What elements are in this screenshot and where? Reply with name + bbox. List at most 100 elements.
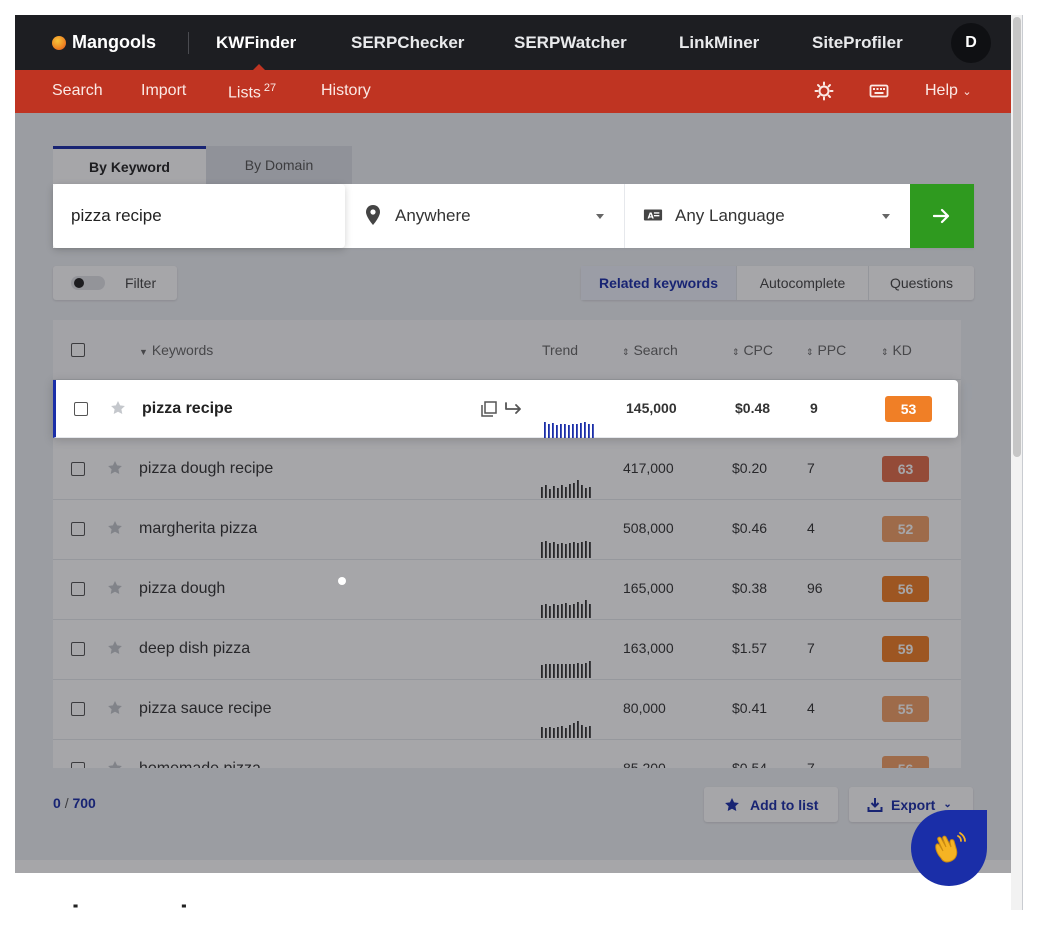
- table-row[interactable]: pizza dough recipe 417,000 $0.20 7 63: [53, 440, 961, 500]
- trend-bar: [541, 605, 543, 618]
- add-to-list-button[interactable]: Add to list: [704, 787, 838, 822]
- search-volume-cell: 145,000: [626, 400, 677, 416]
- kd-badge: 53: [885, 396, 932, 422]
- table-scrollbar-thumb[interactable]: [964, 383, 972, 401]
- trend-bar: [576, 424, 578, 438]
- cursor-dot: [338, 577, 346, 585]
- chevron-down-icon: ⌄: [962, 86, 972, 98]
- location-pin-icon: [366, 205, 380, 225]
- filter-toggle-button[interactable]: Filter: [53, 266, 177, 300]
- row-checkbox[interactable]: [71, 582, 85, 596]
- language-select[interactable]: A Any Language: [625, 184, 910, 248]
- trend-bar: [569, 484, 571, 498]
- tab-by-keyword[interactable]: By Keyword: [53, 146, 206, 184]
- cpc-cell: $0.54: [732, 760, 768, 768]
- trend-bar: [564, 424, 566, 438]
- row-checkbox[interactable]: [71, 522, 85, 536]
- select-all-checkbox[interactable]: [71, 343, 85, 357]
- col-search[interactable]: ⇕ Search: [622, 342, 678, 358]
- row-checkbox[interactable]: [71, 762, 85, 768]
- favorite-star-icon[interactable]: [107, 580, 123, 596]
- trend-bar: [584, 422, 586, 438]
- table-row[interactable]: margherita pizza 508,000 $0.46 4 52: [53, 500, 961, 560]
- favorite-star-icon[interactable]: [107, 520, 123, 536]
- trend-bar: [577, 663, 579, 678]
- subnav-import[interactable]: Import: [141, 82, 186, 100]
- keyword-cell[interactable]: pizza recipe: [142, 400, 233, 418]
- copy-icon[interactable]: [480, 400, 498, 418]
- keyword-cell[interactable]: homemade pizza: [139, 760, 261, 768]
- trend-bar: [549, 727, 551, 738]
- sort-icon: ⇕: [622, 347, 630, 357]
- help-label: Help: [925, 82, 958, 99]
- keyword-source-tabs: Related keywords Autocomplete Questions: [581, 266, 974, 300]
- tab-autocomplete[interactable]: Autocomplete: [737, 266, 869, 300]
- keyword-cell[interactable]: margherita pizza: [139, 520, 257, 538]
- subnav-lists[interactable]: Lists 27: [228, 82, 276, 102]
- app-siteprofiler[interactable]: SiteProfiler: [812, 33, 903, 53]
- table-row[interactable]: deep dish pizza 163,000 $1.57 7 59: [53, 620, 961, 680]
- keyword-cell[interactable]: pizza dough recipe: [139, 460, 273, 478]
- favorite-star-icon[interactable]: [107, 760, 123, 768]
- col-keywords[interactable]: ▼ Keywords: [139, 342, 213, 358]
- subnav-lists-label: Lists: [228, 84, 261, 102]
- subnav-search[interactable]: Search: [52, 82, 103, 100]
- keyword-cell[interactable]: pizza dough: [139, 580, 225, 598]
- row-checkbox[interactable]: [71, 642, 85, 656]
- trend-bar: [545, 728, 547, 738]
- trend-bar: [557, 605, 559, 618]
- theme-toggle-icon[interactable]: [814, 81, 834, 101]
- star-icon: [725, 797, 739, 811]
- app-kwfinder[interactable]: KWFinder: [216, 33, 296, 53]
- trend-bar: [581, 725, 583, 738]
- filter-switch[interactable]: [71, 276, 105, 290]
- favorite-star-icon[interactable]: [110, 400, 126, 416]
- table-row-selected[interactable]: pizza recipe 145,000 $0.48 9 53: [53, 380, 958, 438]
- user-avatar[interactable]: D: [951, 23, 991, 63]
- subnav-history[interactable]: History: [321, 82, 371, 100]
- tab-related-keywords[interactable]: Related keywords: [581, 266, 737, 300]
- row-checkbox[interactable]: [71, 702, 85, 716]
- favorite-star-icon[interactable]: [107, 640, 123, 656]
- favorite-star-icon[interactable]: [107, 460, 123, 476]
- trend-bar: [572, 424, 574, 438]
- keyword-input[interactable]: [53, 184, 345, 248]
- row-checkbox[interactable]: [74, 402, 88, 416]
- col-kd[interactable]: ⇕ KD: [881, 342, 912, 358]
- table-row[interactable]: homemade pizza 85,200 $0.54 7 56: [53, 740, 961, 768]
- trend-bar: [585, 663, 587, 678]
- chat-widget-button[interactable]: [911, 810, 987, 886]
- keyword-cell[interactable]: deep dish pizza: [139, 640, 250, 658]
- app-linkminer[interactable]: LinkMiner: [679, 33, 759, 53]
- ppc-cell: 4: [807, 520, 815, 536]
- keyboard-icon[interactable]: [869, 81, 889, 101]
- page-scrollbar-thumb[interactable]: [1013, 17, 1021, 457]
- tab-questions[interactable]: Questions: [869, 266, 974, 300]
- row-actions: [480, 400, 524, 418]
- trend-bar: [549, 664, 551, 678]
- trend-sparkline: [544, 422, 594, 438]
- tab-by-domain[interactable]: By Domain: [206, 146, 352, 184]
- col-cpc[interactable]: ⇕ CPC: [732, 342, 773, 358]
- trend-bar: [541, 487, 543, 498]
- trend-bar: [565, 544, 567, 558]
- trend-bar: [573, 542, 575, 558]
- trend-bar: [577, 543, 579, 558]
- keyword-cell[interactable]: pizza sauce recipe: [139, 700, 272, 718]
- table-row[interactable]: pizza dough 165,000 $0.38 96 56: [53, 560, 961, 620]
- lists-count-badge: 27: [263, 82, 277, 94]
- location-select[interactable]: Anywhere: [345, 184, 625, 248]
- trend-bar: [553, 542, 555, 558]
- help-menu[interactable]: Help ⌄: [925, 82, 972, 100]
- table-row[interactable]: pizza sauce recipe 80,000 $0.41 4 55: [53, 680, 961, 740]
- brand-logo[interactable]: Mangools: [52, 32, 156, 53]
- col-ppc[interactable]: ⇕ PPC: [806, 342, 846, 358]
- row-checkbox[interactable]: [71, 462, 85, 476]
- search-go-button[interactable]: [910, 184, 974, 248]
- app-serpwatcher[interactable]: SERPWatcher: [514, 33, 627, 53]
- favorite-star-icon[interactable]: [107, 700, 123, 716]
- app-serpchecker[interactable]: SERPChecker: [351, 33, 464, 53]
- trend-bar: [565, 603, 567, 618]
- forward-arrow-icon[interactable]: [504, 400, 524, 418]
- download-icon: [867, 797, 883, 812]
